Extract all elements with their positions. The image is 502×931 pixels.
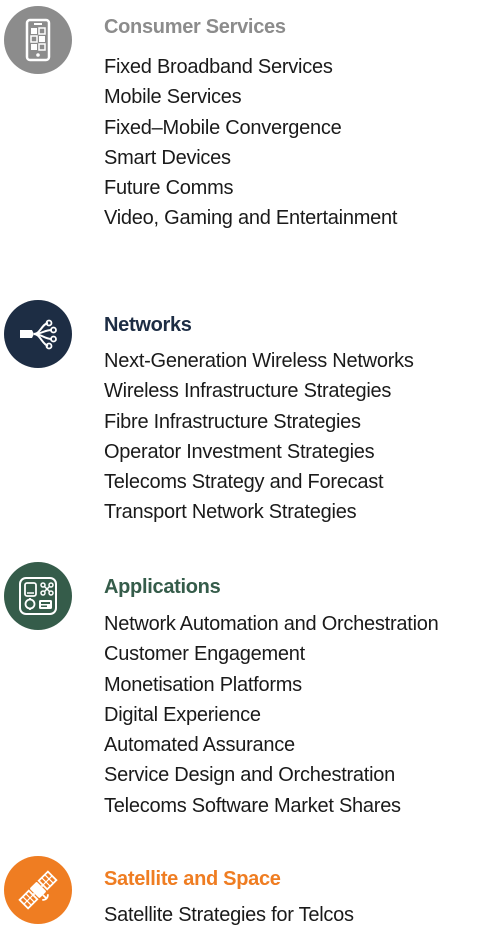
list-item[interactable]: Network Automation and Orchestration bbox=[104, 609, 439, 639]
list-item[interactable]: Customer Engagement bbox=[104, 639, 439, 669]
list-item[interactable]: Operator Investment Strategies bbox=[104, 437, 414, 467]
list-item[interactable]: Next-Generation Wireless Networks bbox=[104, 346, 414, 376]
list-item[interactable]: Fibre Infrastructure Strategies bbox=[104, 407, 414, 437]
section-title[interactable]: Networks bbox=[104, 314, 192, 337]
list-item[interactable]: Telecoms Strategy and Forecast bbox=[104, 467, 414, 497]
section-item-list: Satellite Strategies for Telcos bbox=[104, 900, 354, 930]
list-item[interactable]: Monetisation Platforms bbox=[104, 670, 439, 700]
apps-devices-icon bbox=[4, 562, 72, 630]
list-item[interactable]: Fixed Broadband Services bbox=[104, 52, 397, 82]
list-item[interactable]: Future Comms bbox=[104, 173, 397, 203]
list-item[interactable]: Telecoms Software Market Shares bbox=[104, 791, 439, 821]
section-item-list: Fixed Broadband Services Mobile Services… bbox=[104, 52, 397, 234]
list-item[interactable]: Mobile Services bbox=[104, 82, 397, 112]
list-item[interactable]: Service Design and Orchestration bbox=[104, 760, 439, 790]
list-item[interactable]: Transport Network Strategies bbox=[104, 497, 414, 527]
list-item[interactable]: Video, Gaming and Entertainment bbox=[104, 203, 397, 233]
section-title[interactable]: Satellite and Space bbox=[104, 868, 281, 891]
list-item[interactable]: Satellite Strategies for Telcos bbox=[104, 900, 354, 930]
section-title[interactable]: Applications bbox=[104, 576, 221, 599]
list-item[interactable]: Fixed–Mobile Convergence bbox=[104, 113, 397, 143]
section-item-list: Next-Generation Wireless Networks Wirele… bbox=[104, 346, 414, 528]
fibre-network-icon bbox=[4, 300, 72, 368]
smartphone-icon bbox=[4, 6, 72, 74]
section-title[interactable]: Consumer Services bbox=[104, 16, 286, 39]
section-item-list: Network Automation and Orchestration Cus… bbox=[104, 609, 439, 821]
list-item[interactable]: Wireless Infrastructure Strategies bbox=[104, 376, 414, 406]
list-item[interactable]: Automated Assurance bbox=[104, 730, 439, 760]
list-item[interactable]: Digital Experience bbox=[104, 700, 439, 730]
list-item[interactable]: Smart Devices bbox=[104, 143, 397, 173]
satellite-icon bbox=[4, 856, 72, 924]
